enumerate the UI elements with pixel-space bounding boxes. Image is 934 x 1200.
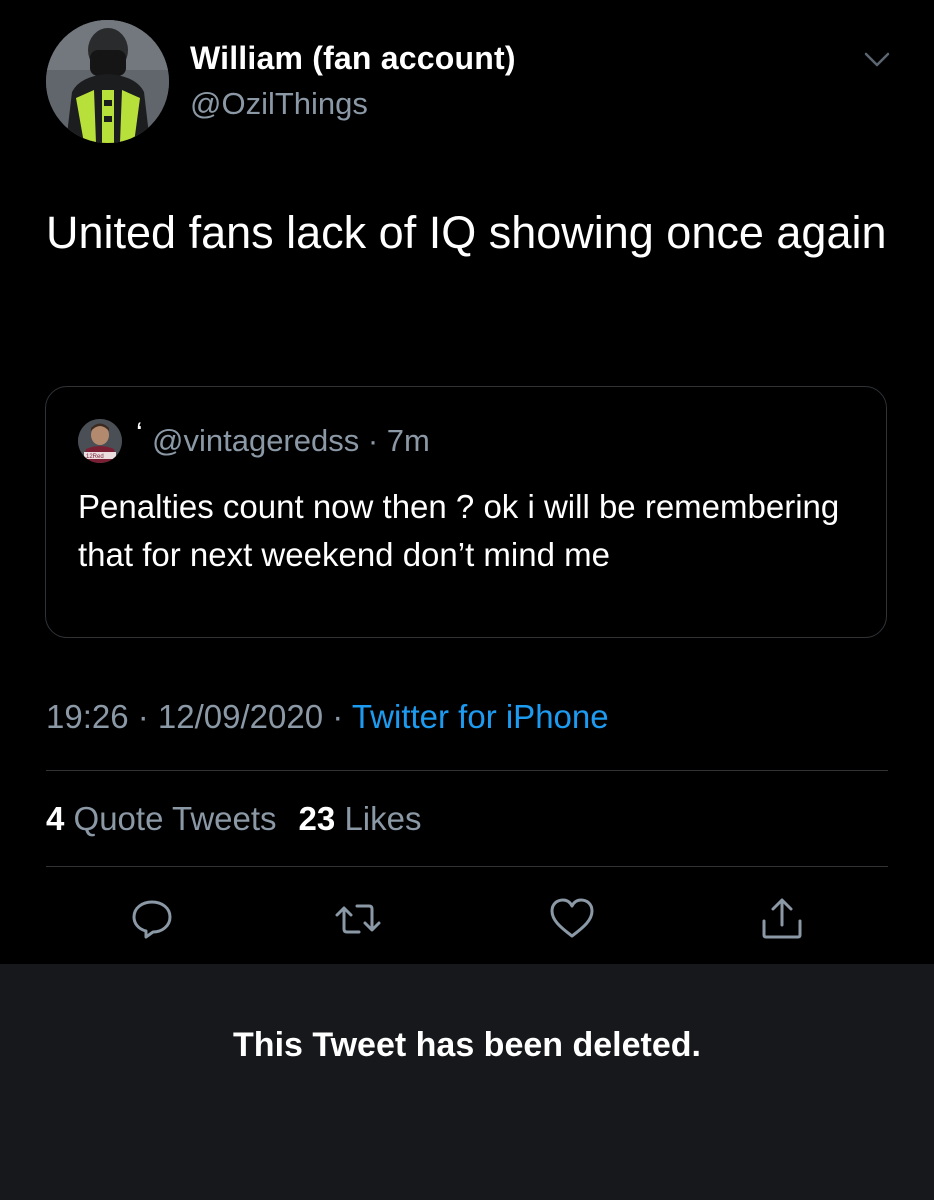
quoted-avatar-image: 12Red xyxy=(78,419,122,463)
tweet-stats: 4 Quote Tweets 23 Likes xyxy=(46,800,421,838)
share-icon[interactable] xyxy=(756,893,808,945)
deleted-tweet-panel: This Tweet has been deleted. xyxy=(0,964,934,1200)
tweet-meta: 19:26 · 12/09/2020 · Twitter for iPhone xyxy=(46,698,609,736)
quoted-avatar-caption: 12Red xyxy=(86,454,104,460)
quoted-tweet-text: Penalties count now then ? ok i will be … xyxy=(78,488,840,573)
retweet-icon[interactable] xyxy=(332,893,384,945)
author-avatar-image xyxy=(46,20,169,143)
like-label: Likes xyxy=(344,800,422,837)
author-avatar[interactable] xyxy=(46,20,169,143)
tweet-date: 12/09/2020 xyxy=(157,698,324,735)
chevron-down-icon[interactable] xyxy=(862,48,892,72)
quote-count: 4 xyxy=(46,800,65,837)
tweet-source-link[interactable]: Twitter for iPhone xyxy=(352,698,609,735)
deleted-notice: This Tweet has been deleted. xyxy=(233,1026,701,1064)
tweet-detail: William (fan account) @OzilThings United… xyxy=(0,0,934,964)
likes-stat[interactable]: 23 Likes xyxy=(299,800,422,837)
author-display-name[interactable]: William (fan account) xyxy=(190,40,516,77)
like-icon[interactable] xyxy=(546,893,598,945)
like-count: 23 xyxy=(298,800,336,837)
meta-separator: · xyxy=(323,698,352,735)
meta-separator: · xyxy=(128,698,158,735)
quoted-tweet-card[interactable]: 12Red ‘ @vintageredss · 7m Penalties cou… xyxy=(45,386,887,638)
quote-label: Quote Tweets xyxy=(73,800,277,837)
divider xyxy=(46,770,888,771)
author-handle[interactable]: @OzilThings xyxy=(190,86,368,122)
reply-icon[interactable] xyxy=(126,893,178,945)
quoted-author-avatar: 12Red xyxy=(78,419,122,463)
divider xyxy=(46,866,888,867)
quote-tweets-stat[interactable]: 4 Quote Tweets xyxy=(46,800,277,837)
quoted-author-name: ‘ xyxy=(136,417,143,450)
quoted-handle-time: @vintageredss · 7m xyxy=(152,423,430,458)
tweet-text: United fans lack of IQ showing once agai… xyxy=(46,207,887,258)
tweet-time: 19:26 xyxy=(46,698,129,735)
